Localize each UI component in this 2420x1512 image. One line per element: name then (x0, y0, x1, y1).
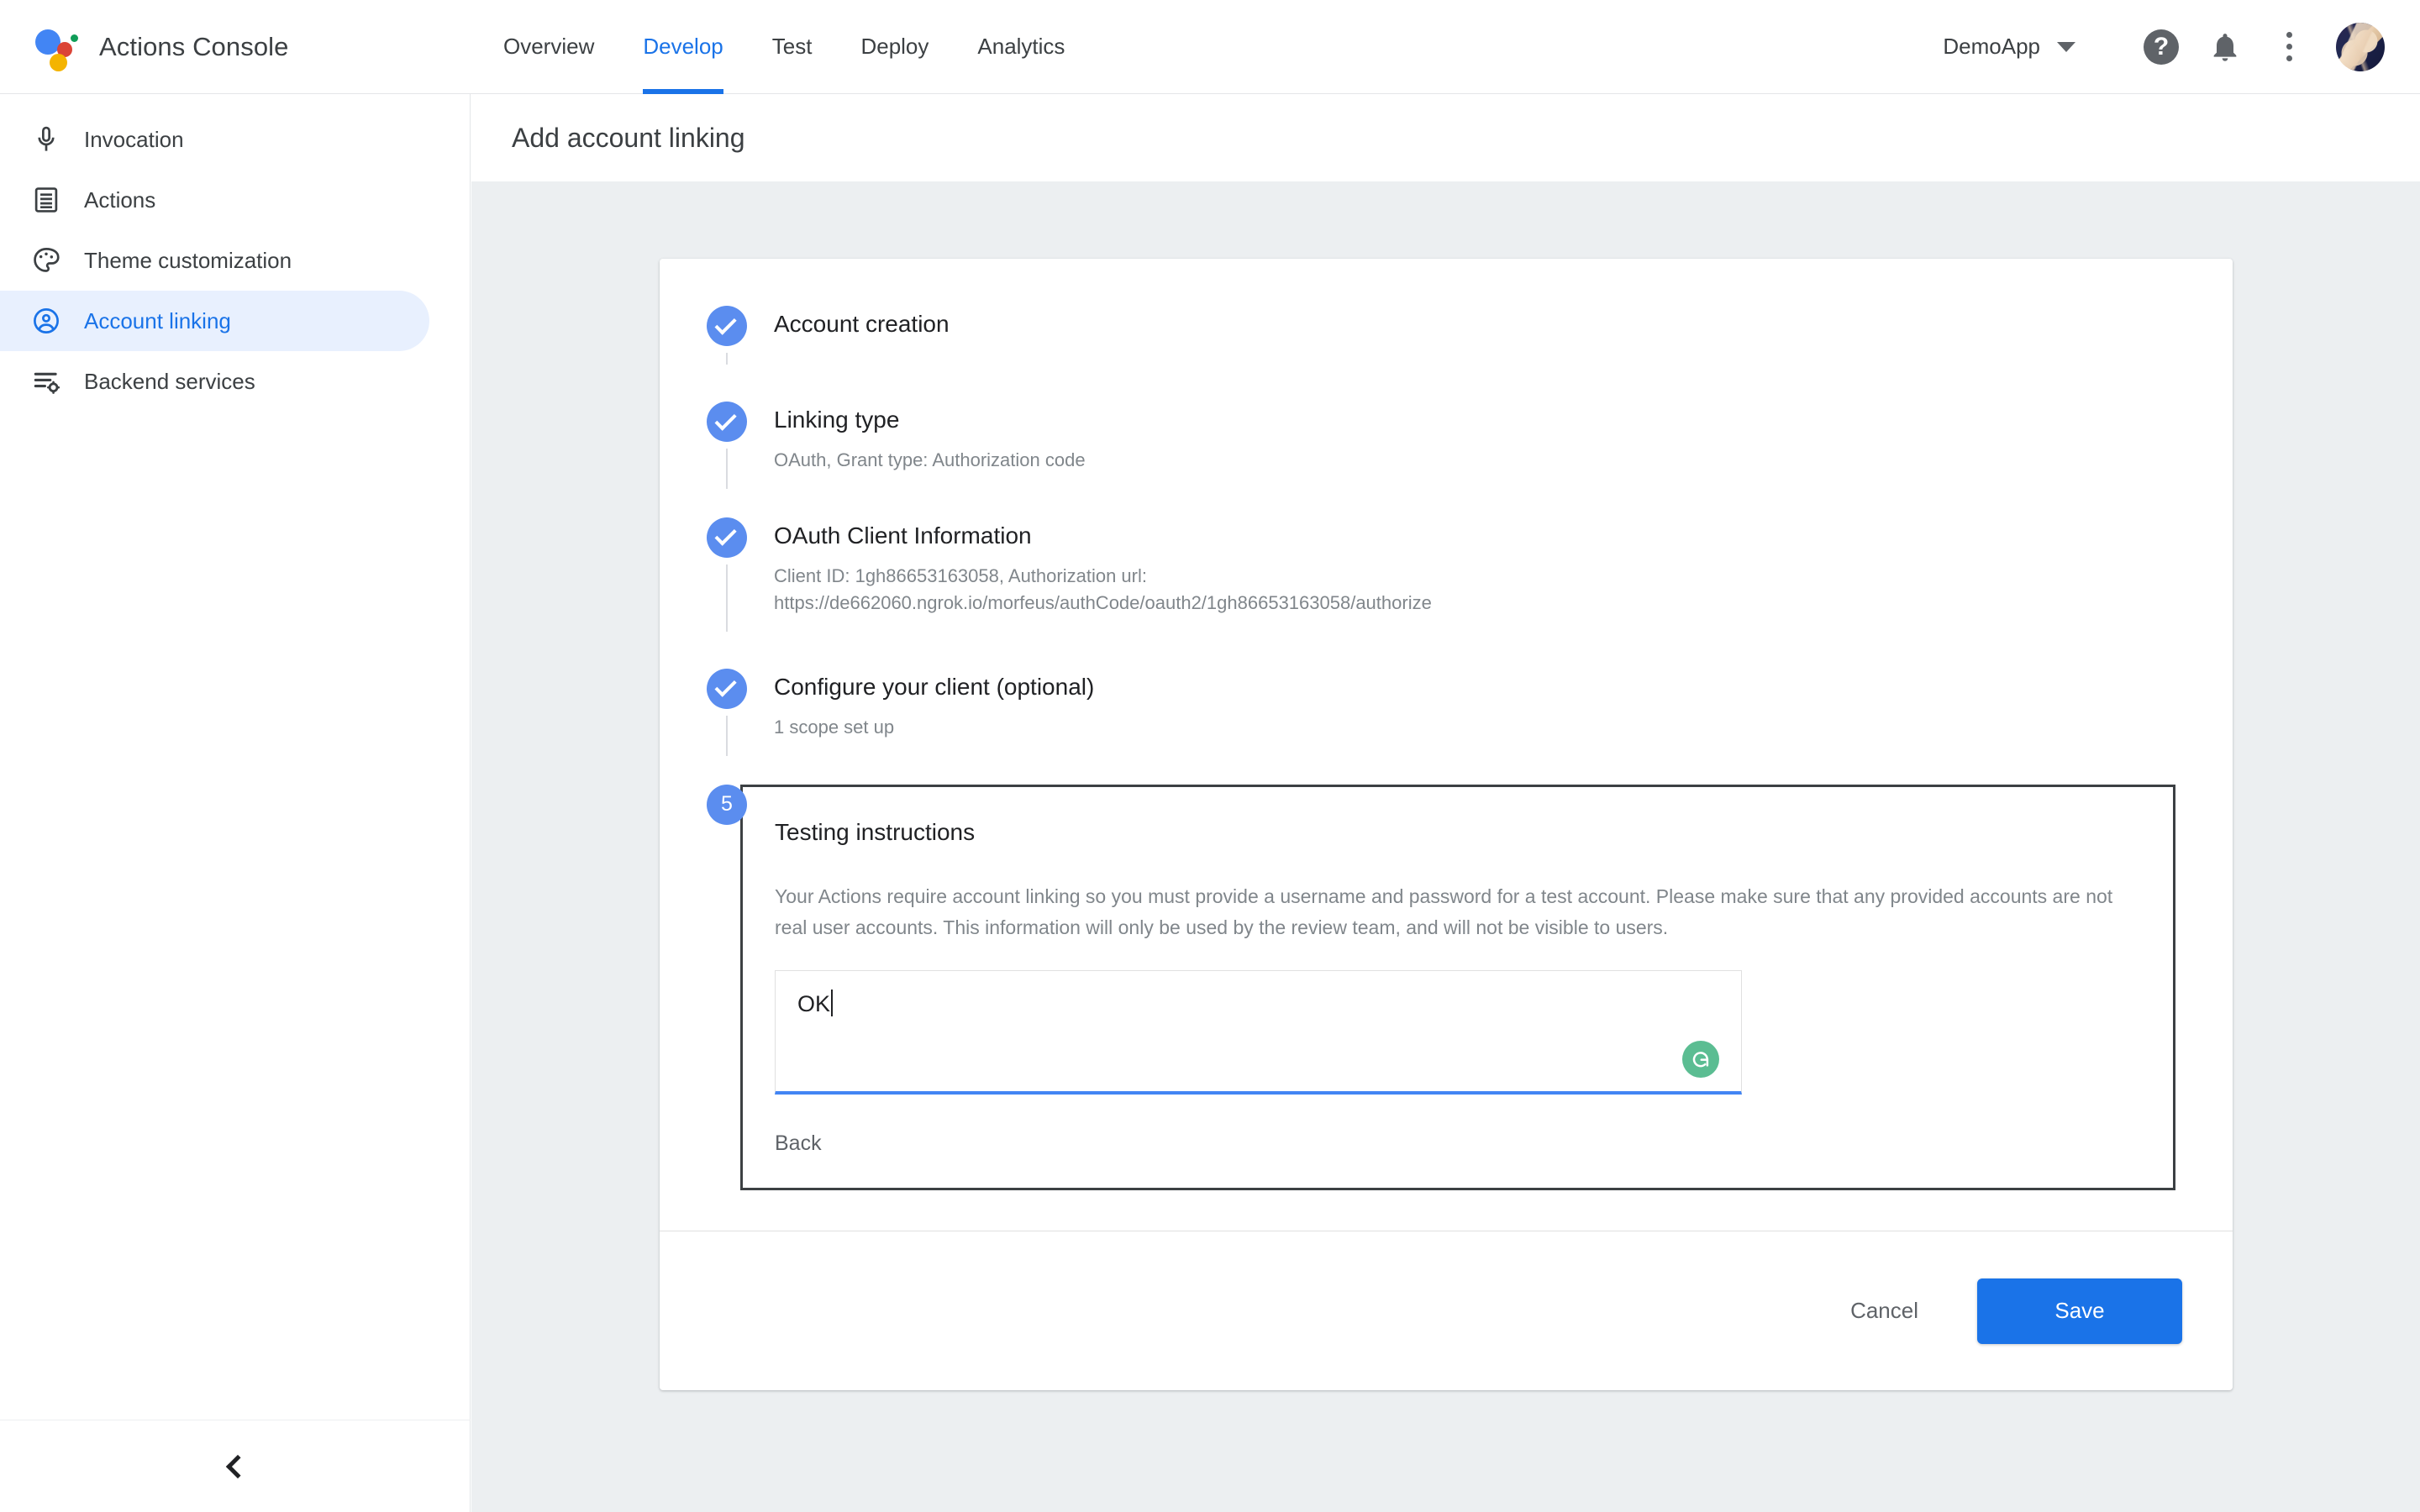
primary-nav: Overview Develop Test Deploy Analytics (479, 0, 1089, 94)
card-footer: Cancel Save (660, 1231, 2233, 1390)
grammarly-glyph (1692, 1052, 1709, 1068)
testing-instructions-input[interactable]: OK (775, 970, 1742, 1095)
chevron-down-icon (2057, 41, 2075, 52)
sidebar-item-account-linking[interactable]: Account linking (0, 291, 429, 351)
step-testing-instructions[interactable]: 5 Testing instructions Your Actions requ… (660, 784, 2233, 1191)
more-options-button[interactable] (2257, 15, 2321, 79)
help-icon: ? (2144, 29, 2179, 65)
account-circle-icon (34, 308, 59, 333)
top-bar-actions: DemoApp ? (1943, 15, 2420, 79)
bell-icon (2213, 33, 2237, 61)
step-configure-your-client[interactable]: Configure your client (optional) 1 scope… (660, 668, 2233, 756)
tab-analytics[interactable]: Analytics (953, 0, 1089, 94)
sidebar-item-label: Invocation (84, 126, 184, 152)
step-title: Account creation (774, 311, 950, 337)
sidebar-item-label: Account linking (84, 307, 231, 333)
step-title: Testing instructions (775, 818, 976, 845)
project-selector[interactable]: DemoApp (1943, 34, 2075, 60)
content-area: Account creation Linking type OAuth, Gra… (471, 181, 2420, 1512)
sidebar-item-label: Actions (84, 186, 156, 213)
project-selector-label: DemoApp (1943, 34, 2040, 59)
step-complete-icon (707, 668, 747, 709)
sidebar-item-label: Backend services (84, 368, 255, 394)
cancel-button[interactable]: Cancel (1822, 1279, 1947, 1342)
text-cursor (831, 990, 834, 1017)
step-account-creation[interactable]: Account creation (660, 306, 2233, 365)
page-title: Add account linking (512, 122, 745, 153)
back-button[interactable]: Back (743, 1095, 822, 1188)
sidebar-collapse-button[interactable] (0, 1420, 471, 1512)
step-connector (726, 449, 728, 489)
chevron-left-icon (225, 1454, 250, 1478)
step-complete-icon (707, 402, 747, 442)
step-title: OAuth Client Information (774, 522, 1032, 549)
step-subtitle-line2: https://de662060.ngrok.io/morfeus/authCo… (774, 591, 1432, 613)
step-linking-type[interactable]: Linking type OAuth, Grant type: Authoriz… (660, 402, 2233, 489)
step-connector (726, 353, 728, 365)
step-oauth-client-information[interactable]: OAuth Client Information Client ID: 1gh8… (660, 517, 2233, 632)
step-connector (726, 715, 728, 756)
document-list-icon (34, 187, 58, 213)
tab-overview[interactable]: Overview (479, 0, 618, 94)
settings-list-icon (34, 372, 60, 394)
tab-develop[interactable]: Develop (618, 0, 747, 94)
save-button[interactable]: Save (1977, 1278, 2182, 1344)
sidebar-item-invocation[interactable]: Invocation (0, 109, 429, 170)
step-complete-icon (707, 517, 747, 558)
tab-test[interactable]: Test (748, 0, 837, 94)
top-app-bar: Actions Console Overview Develop Test De… (0, 0, 2420, 94)
step-subtitle: 1 scope set up (774, 716, 895, 738)
step-subtitle-line1: Client ID: 1gh86653163058, Authorization… (774, 564, 1147, 586)
sidebar-item-label: Theme customization (84, 247, 292, 273)
page-header: Add account linking (471, 94, 2420, 181)
kebab-menu-icon (2286, 32, 2292, 61)
tab-deploy[interactable]: Deploy (836, 0, 953, 94)
google-assistant-logo-icon (34, 24, 81, 71)
account-linking-card: Account creation Linking type OAuth, Gra… (660, 259, 2233, 1391)
step-subtitle: Client ID: 1gh86653163058, Authorization… (774, 563, 2034, 617)
step-title: Linking type (774, 407, 900, 433)
grammarly-icon[interactable] (1682, 1041, 1719, 1079)
step-title: Configure your client (optional) (774, 673, 1095, 700)
step-complete-icon (707, 306, 747, 346)
sidebar: Invocation Actions Theme customization A… (0, 94, 471, 1512)
sidebar-list: Invocation Actions Theme customization A… (0, 94, 470, 412)
testing-instructions-value-row: OK (776, 971, 855, 1017)
notifications-button[interactable] (2193, 15, 2257, 79)
avatar[interactable] (2336, 22, 2385, 71)
help-button[interactable]: ? (2129, 15, 2193, 79)
step-connector (726, 564, 728, 632)
sidebar-item-theme-customization[interactable]: Theme customization (0, 230, 429, 291)
testing-instructions-description: Your Actions require account linking so … (775, 885, 2113, 938)
testing-instructions-value: OK (797, 991, 831, 1017)
step-number-badge: 5 (707, 784, 747, 825)
brand: Actions Console (0, 24, 471, 71)
step-subtitle: OAuth, Grant type: Authorization code (774, 449, 1086, 470)
account-linking-stepper: Account creation Linking type OAuth, Gra… (660, 259, 2233, 1231)
brand-title: Actions Console (99, 31, 289, 61)
sidebar-item-backend-services[interactable]: Backend services (0, 351, 429, 412)
testing-instructions-panel: Testing instructions Your Actions requir… (740, 784, 2175, 1191)
sidebar-item-actions[interactable]: Actions (0, 170, 429, 230)
palette-icon (34, 248, 60, 272)
microphone-icon (38, 126, 55, 151)
